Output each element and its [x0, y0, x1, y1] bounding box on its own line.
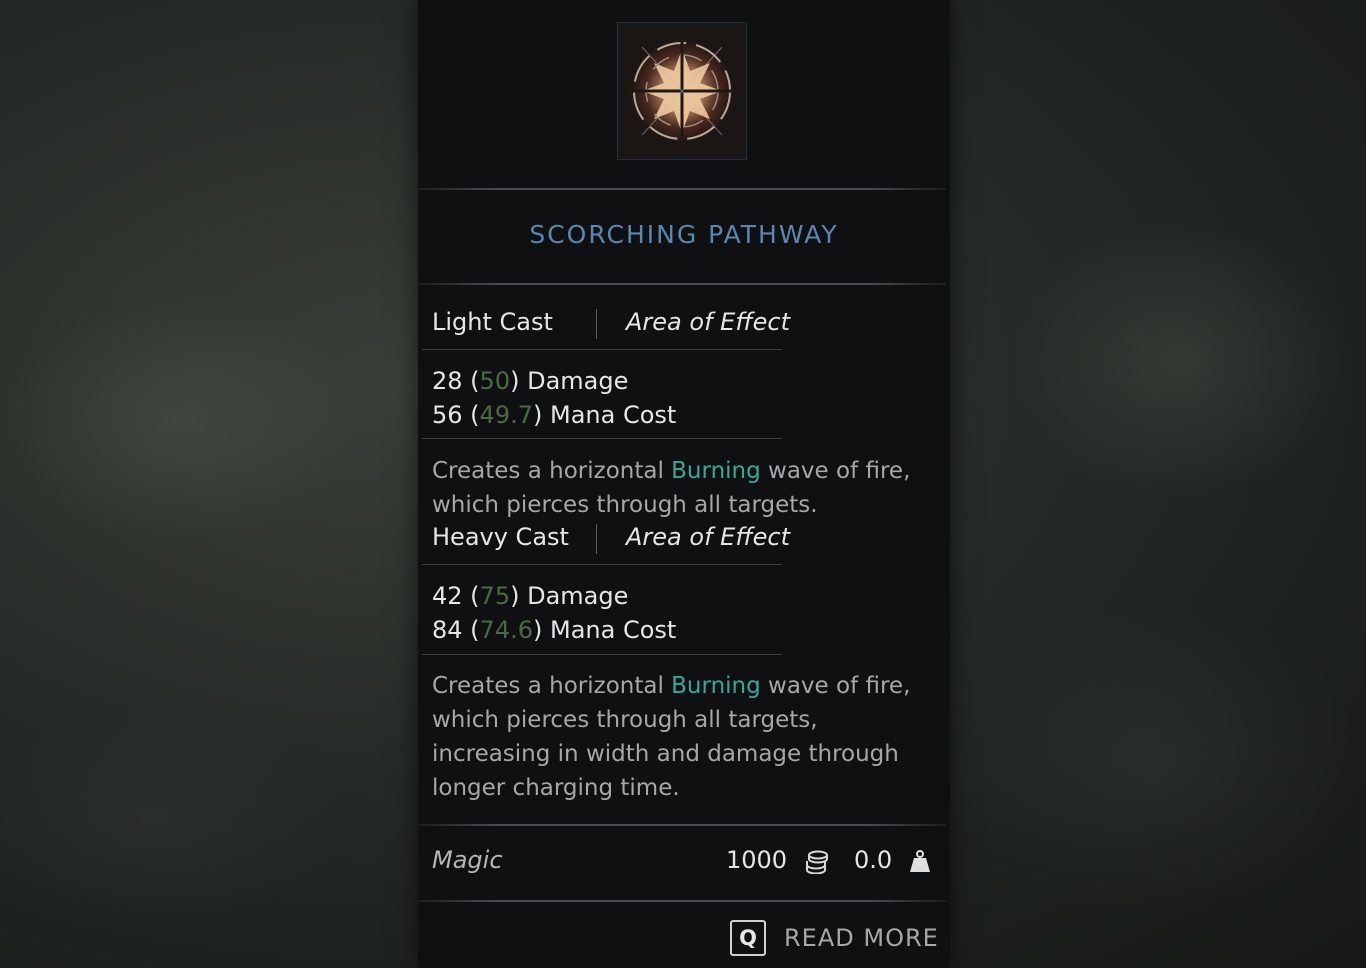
divider	[418, 824, 946, 826]
heavy-cast-mana: 84 (74.6) Mana Cost	[432, 616, 677, 644]
mana-base: 56	[432, 401, 463, 429]
mana-label: Mana Cost	[549, 616, 677, 644]
divider	[418, 900, 946, 902]
skill-icon-frame	[617, 22, 747, 160]
desc-text: Creates a horizontal	[432, 673, 672, 699]
heavy-cast-label: Heavy Cast	[432, 523, 569, 551]
light-cast-description: Creates a horizontal Burning wave of fir…	[432, 454, 937, 522]
desc-text: Creates a horizontal	[432, 458, 672, 484]
weight-icon	[910, 850, 930, 872]
item-category: Magic	[432, 846, 503, 874]
mana-base: 84	[432, 616, 463, 644]
mana-scaled: 74.6	[479, 616, 533, 644]
burning-keyword: Burning	[671, 673, 761, 699]
light-cast-damage: 28 (50) Damage	[432, 367, 629, 395]
divider	[422, 654, 782, 655]
light-cast-mana: 56 (49.7) Mana Cost	[432, 401, 677, 429]
damage-scaled: 75	[479, 582, 511, 610]
heavy-cast-description: Creates a horizontal Burning wave of fir…	[432, 669, 937, 805]
coin-stack-icon	[806, 850, 828, 874]
mana-scaled: 49.7	[479, 401, 533, 429]
separator	[596, 524, 597, 554]
damage-label: Damage	[527, 367, 629, 395]
read-more-button[interactable]: READ MORE	[784, 924, 939, 952]
divider	[422, 438, 782, 439]
q-key-icon[interactable]: Q	[730, 920, 766, 956]
item-tooltip-panel: SCORCHING PATHWAY Light Cast Area of Eff…	[418, 0, 950, 968]
item-weight: 0.0	[854, 846, 893, 874]
skill-title: SCORCHING PATHWAY	[529, 220, 839, 249]
item-price: 1000	[726, 846, 788, 874]
damage-base: 28	[432, 367, 463, 395]
divider	[422, 564, 782, 565]
separator	[596, 309, 597, 339]
heavy-cast-type: Area of Effect	[626, 523, 791, 551]
burning-keyword: Burning	[671, 458, 761, 484]
damage-label: Damage	[527, 582, 629, 610]
fire-burst-icon	[622, 27, 742, 155]
damage-base: 42	[432, 582, 463, 610]
divider	[418, 283, 946, 285]
divider	[418, 188, 946, 190]
light-cast-label: Light Cast	[432, 308, 553, 336]
damage-scaled: 50	[479, 367, 511, 395]
light-cast-type: Area of Effect	[626, 308, 791, 336]
heavy-cast-damage: 42 (75) Damage	[432, 582, 629, 610]
mana-label: Mana Cost	[549, 401, 677, 429]
divider	[422, 349, 782, 350]
